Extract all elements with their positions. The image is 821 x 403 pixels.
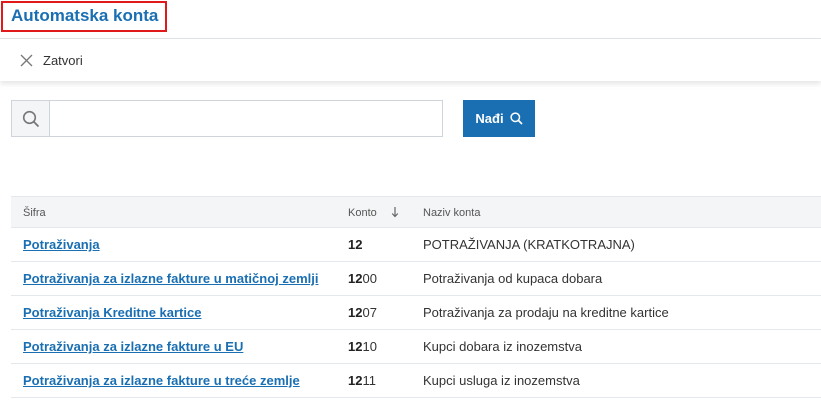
- search-icon: [22, 110, 39, 127]
- sifra-link[interactable]: Potraživanja: [23, 237, 100, 252]
- find-button[interactable]: Nađi: [463, 100, 535, 137]
- table-row[interactable]: Potraživanja za izlazne fakture u matičn…: [11, 262, 821, 296]
- column-header-naziv[interactable]: Naziv konta: [423, 207, 480, 219]
- konto-prefix: 12: [348, 271, 363, 286]
- konto-suffix: 10: [362, 339, 377, 354]
- konto-value: 1210: [348, 339, 377, 354]
- close-label: Zatvori: [43, 52, 83, 68]
- table-row[interactable]: Potraživanja za izlazne fakture u EU 121…: [11, 330, 821, 364]
- table-row[interactable]: Potraživanja za izlazne fakture u treće …: [11, 364, 821, 398]
- search-icon-box: [12, 101, 50, 136]
- sifra-link[interactable]: Potraživanja za izlazne fakture u EU: [23, 339, 243, 354]
- konto-value: 1211: [348, 373, 376, 388]
- naziv-konta: Kupci dobara iz inozemstva: [423, 339, 582, 354]
- search-input[interactable]: [50, 101, 442, 136]
- close-button[interactable]: Zatvori: [20, 51, 83, 69]
- sifra-link[interactable]: Potraživanja Kreditne kartice: [23, 305, 201, 320]
- toolbar: Zatvori: [0, 39, 821, 81]
- konto-prefix: 12: [348, 305, 363, 320]
- search-box: [11, 100, 443, 137]
- konto-prefix: 12: [348, 237, 363, 252]
- close-icon: [20, 54, 33, 66]
- search-icon: [509, 112, 523, 125]
- table-header: Šifra Konto Naziv konta: [11, 196, 821, 228]
- find-button-label: Nađi: [475, 111, 504, 126]
- konto-value: 1200: [348, 271, 377, 286]
- column-header-sifra[interactable]: Šifra: [23, 207, 46, 219]
- sort-descending-icon[interactable]: [391, 206, 399, 218]
- table-row[interactable]: Potraživanja Kreditne kartice 1207 Potra…: [11, 296, 821, 330]
- naziv-konta: Kupci usluga iz inozemstva: [423, 373, 580, 388]
- konto-prefix: 12: [348, 373, 363, 388]
- konto-prefix: 12: [348, 339, 363, 354]
- konto-value: 12: [348, 237, 362, 252]
- table-row[interactable]: Potraživanja 12 POTRAŽIVANJA (KRATKOTRAJ…: [11, 228, 821, 262]
- naziv-konta: Potraživanja od kupaca dobara: [423, 271, 603, 286]
- konto-suffix: 07: [362, 305, 377, 320]
- konto-suffix: 11: [362, 373, 376, 388]
- page-title: Automatska konta: [11, 6, 159, 25]
- sifra-link[interactable]: Potraživanja za izlazne fakture u matičn…: [23, 271, 318, 286]
- naziv-konta: POTRAŽIVANJA (KRATKOTRAJNA): [423, 237, 635, 252]
- konto-value: 1207: [348, 305, 377, 320]
- konto-suffix: 00: [362, 271, 377, 286]
- naziv-konta: Potraživanja za prodaju na kreditne kart…: [423, 305, 669, 320]
- column-header-konto[interactable]: Konto: [348, 207, 377, 219]
- sifra-link[interactable]: Potraživanja za izlazne fakture u treće …: [23, 373, 300, 388]
